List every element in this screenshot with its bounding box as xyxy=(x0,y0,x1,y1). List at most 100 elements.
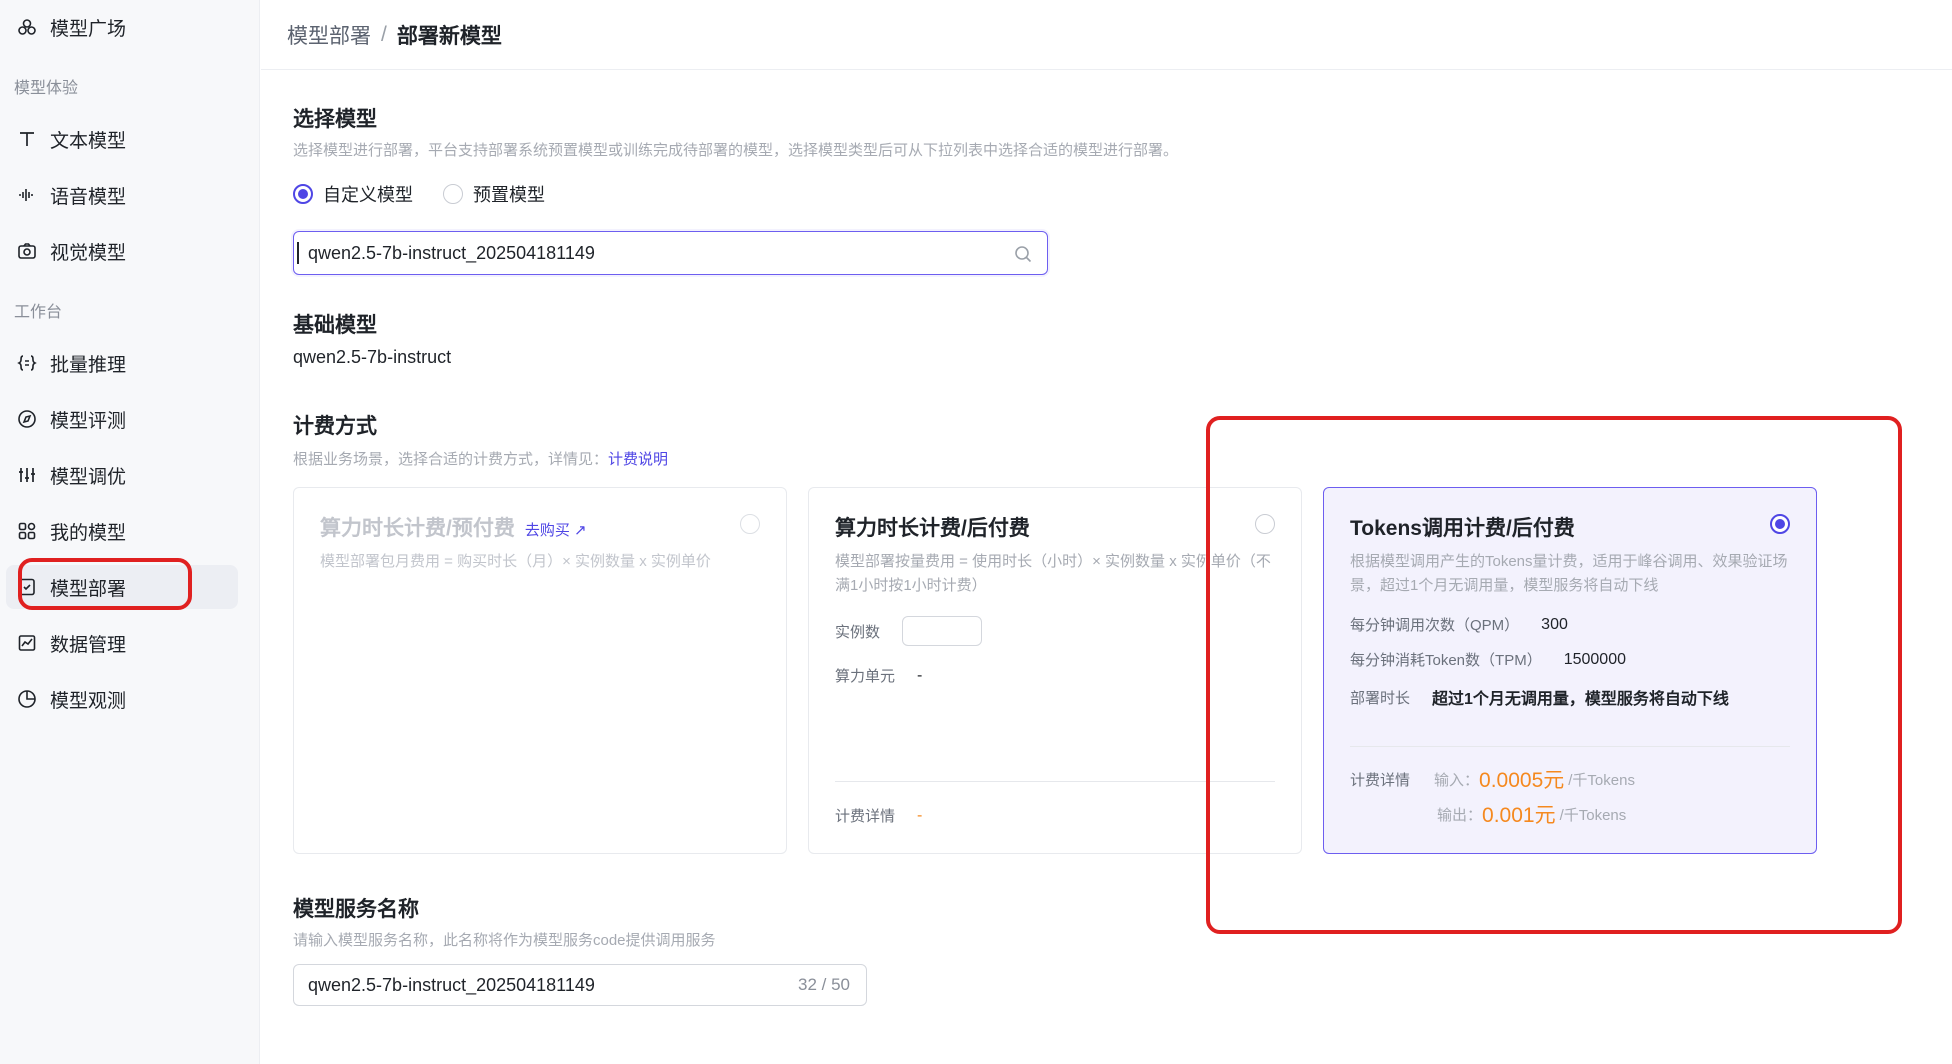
text-icon xyxy=(16,128,38,150)
output-price-value: 0.001元 xyxy=(1482,804,1556,827)
radio-preset-model[interactable] xyxy=(443,184,463,204)
card-title-text: 算力时长计费/预付费 xyxy=(320,517,515,540)
card-title: 算力时长计费/后付费 xyxy=(835,517,1030,540)
sidebar-item-label: 文本模型 xyxy=(50,130,127,152)
billing-detail-row: 计费详情 - xyxy=(835,805,922,826)
page-title: 部署新模型 xyxy=(396,24,502,48)
sidebar-item-label: 模型调优 xyxy=(50,466,127,488)
buy-link[interactable]: 去购买 ↗ xyxy=(525,522,587,539)
billing-doc-link[interactable]: 计费说明 xyxy=(608,451,668,468)
price-output-row: 输出： 0.001元 /千Tokens xyxy=(1437,799,1626,829)
billing-desc: 根据业务场景，选择合适的计费方式，详情见：计费说明 xyxy=(293,448,668,469)
grid-icon xyxy=(16,520,38,542)
qpm-row: 每分钟调用次数（QPM） 300 xyxy=(1350,614,1568,635)
chart-icon xyxy=(16,632,38,654)
sidebar-item-label: 数据管理 xyxy=(50,634,127,656)
card-title: 算力时长计费/预付费 去购买 ↗ xyxy=(320,512,587,542)
card-radio[interactable] xyxy=(1255,514,1275,534)
sidebar-item-model-eval[interactable]: 模型评测 xyxy=(6,397,238,441)
divider xyxy=(835,781,1275,782)
braces-icon xyxy=(16,352,38,374)
billing-card-prepaid[interactable]: 算力时长计费/预付费 去购买 ↗ 模型部署包月费用 = 购买时长（月）× 实例数量… xyxy=(293,487,787,854)
breadcrumb-separator: / xyxy=(381,22,387,46)
input-price-label: 输入： xyxy=(1434,771,1480,789)
compute-unit-label: 算力单元 xyxy=(835,668,896,685)
pie-icon xyxy=(16,688,38,710)
qpm-value: 300 xyxy=(1541,615,1568,633)
card-desc: 模型部署按量费用 = 使用时长（小时）× 实例数量 x 实例单价（不满1小时按1… xyxy=(835,553,1271,594)
sidebar-item-label: 模型广场 xyxy=(50,18,127,40)
base-model-value: qwen2.5-7b-instruct xyxy=(293,347,452,367)
radio-custom-model-label[interactable]: 自定义模型 xyxy=(323,181,413,207)
price-input-row: 计费详情 输入： 0.0005元 /千Tokens xyxy=(1350,764,1635,794)
model-type-radio-group: 自定义模型 预置模型 xyxy=(293,181,565,207)
sidebar-item-label: 语音模型 xyxy=(50,186,127,208)
sidebar-group-experience: 模型体验 xyxy=(14,80,79,97)
model-select-input[interactable]: qwen2.5-7b-instruct_202504181149 xyxy=(293,231,1048,275)
qpm-label: 每分钟调用次数（QPM） xyxy=(1350,617,1520,634)
billing-card-tokens-postpaid[interactable]: Tokens调用计费/后付费 根据模型调用产生的Tokens量计费，适用于峰谷调… xyxy=(1323,487,1817,854)
duration-label: 部署时长 xyxy=(1350,689,1411,707)
radio-custom-model[interactable] xyxy=(293,184,313,204)
sidebar-item-batch-inference[interactable]: 批量推理 xyxy=(6,341,238,385)
sidebar: 模型广场 模型体验 文本模型 语音模型 视觉模型 工作台 批量推理 模型评测 模… xyxy=(0,0,260,1064)
billing-card-compute-postpaid[interactable]: 算力时长计费/后付费 模型部署按量费用 = 使用时长（小时）× 实例数量 x 实… xyxy=(808,487,1302,854)
card-radio[interactable] xyxy=(1770,514,1790,534)
sidebar-item-model-observe[interactable]: 模型观测 xyxy=(6,677,238,721)
sidebar-item-text-model[interactable]: 文本模型 xyxy=(6,117,238,161)
sidebar-item-model-deploy[interactable]: 模型部署 xyxy=(6,565,238,609)
compute-unit-row: 算力单元 - xyxy=(835,665,922,686)
sidebar-item-model-plaza[interactable]: 模型广场 xyxy=(6,5,238,49)
sidebar-item-label: 模型评测 xyxy=(50,410,127,432)
sidebar-item-my-models[interactable]: 我的模型 xyxy=(6,509,238,553)
model-select-value: qwen2.5-7b-instruct_202504181149 xyxy=(308,242,595,263)
sidebar-item-vision-model[interactable]: 视觉模型 xyxy=(6,229,238,273)
sidebar-item-label: 视觉模型 xyxy=(50,242,127,264)
select-model-title: 选择模型 xyxy=(293,108,377,131)
billing-detail-label: 计费详情 xyxy=(835,808,896,825)
tpm-value: 1500000 xyxy=(1563,650,1626,668)
main-content: 选择模型 选择模型进行部署，平台支持部署系统预置模型或训练完成待部署的模型，选择… xyxy=(261,71,1952,1064)
input-price-unit: /千Tokens xyxy=(1568,771,1635,789)
card-desc: 根据模型调用产生的Tokens量计费，适用于峰谷调用、效果验证场景，超过1个月无… xyxy=(1350,553,1788,594)
duration-value: 超过1个月无调用量，模型服务将自动下线 xyxy=(1432,691,1729,708)
app: 模型广场 模型体验 文本模型 语音模型 视觉模型 工作台 批量推理 模型评测 模… xyxy=(0,0,1952,1064)
sidebar-item-label: 模型观测 xyxy=(50,690,127,712)
breadcrumb-parent[interactable]: 模型部署 xyxy=(287,20,371,50)
select-model-desc: 选择模型进行部署，平台支持部署系统预置模型或训练完成待部署的模型，选择模型类型后… xyxy=(293,142,1179,159)
instances-label: 实例数 xyxy=(835,623,881,641)
duration-row: 部署时长 超过1个月无调用量，模型服务将自动下线 xyxy=(1350,685,1729,709)
tpm-label: 每分钟消耗Token数（TPM） xyxy=(1350,652,1542,669)
billing-desc-text: 根据业务场景，选择合适的计费方式，详情见： xyxy=(293,451,609,468)
char-counter: 32 / 50 xyxy=(798,975,850,994)
breadcrumb: 模型部署 / 部署新模型 xyxy=(261,0,1952,70)
sidebar-item-model-tuning[interactable]: 模型调优 xyxy=(6,453,238,497)
sidebar-item-label: 模型部署 xyxy=(50,578,127,600)
text-caret xyxy=(297,242,299,264)
sliders-icon xyxy=(16,464,38,486)
instances-input[interactable] xyxy=(902,616,983,646)
card-desc: 模型部署包月费用 = 购买时长（月）× 实例数量 x 实例单价 xyxy=(320,553,711,570)
output-price-label: 输出： xyxy=(1437,806,1483,824)
service-name-value: qwen2.5-7b-instruct_202504181149 xyxy=(308,974,595,995)
card-title: Tokens调用计费/后付费 xyxy=(1350,517,1575,540)
card-radio[interactable] xyxy=(740,514,760,534)
service-name-desc: 请输入模型服务名称，此名称将作为模型服务code提供调用服务 xyxy=(293,932,716,949)
radio-preset-model-label[interactable]: 预置模型 xyxy=(473,181,545,207)
instances-row: 实例数 xyxy=(835,616,983,646)
divider xyxy=(1350,746,1790,747)
sidebar-item-data-management[interactable]: 数据管理 xyxy=(6,621,238,665)
compute-unit-value: - xyxy=(917,666,923,684)
billing-detail-value: - xyxy=(917,806,923,824)
plaza-icon xyxy=(16,16,38,38)
compass-icon xyxy=(16,408,38,430)
sidebar-item-label: 批量推理 xyxy=(50,354,127,376)
search-icon[interactable] xyxy=(1013,244,1033,269)
tpm-row: 每分钟消耗Token数（TPM） 1500000 xyxy=(1350,649,1626,670)
service-name-input[interactable]: qwen2.5-7b-instruct_202504181149 32 / 50 xyxy=(293,964,867,1006)
billing-detail-label: 计费详情 xyxy=(1350,771,1411,789)
input-price-value: 0.0005元 xyxy=(1479,769,1565,792)
camera-icon xyxy=(16,240,38,262)
billing-title: 计费方式 xyxy=(293,415,377,438)
sidebar-item-audio-model[interactable]: 语音模型 xyxy=(6,173,238,217)
